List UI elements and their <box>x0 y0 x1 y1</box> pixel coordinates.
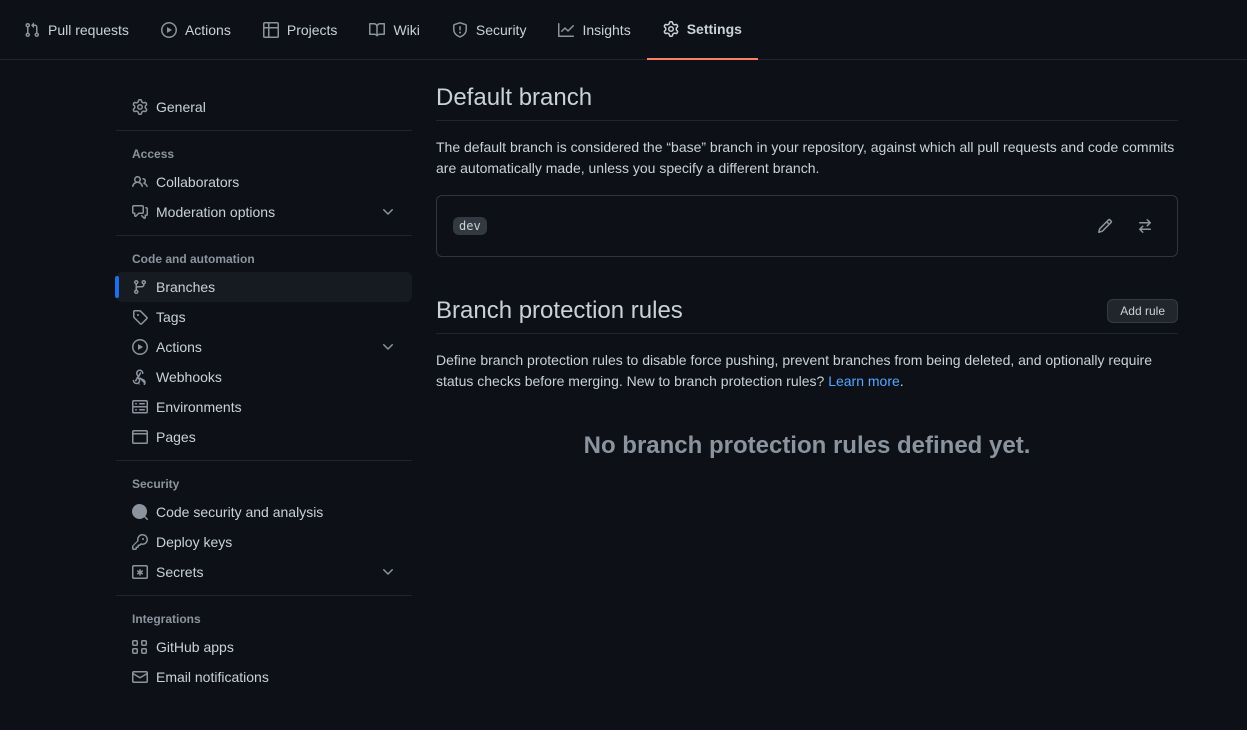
settings-sidebar: General Access Collaborators Moderation … <box>116 84 412 700</box>
default-branch-name: dev <box>453 217 487 235</box>
sidebar-item-label: Environments <box>156 399 242 415</box>
sidebar-item-label: Collaborators <box>156 174 239 190</box>
empty-state-heading: No branch protection rules defined yet. <box>436 432 1178 460</box>
pencil-icon <box>1097 218 1113 234</box>
sidebar-item-secrets[interactable]: Secrets <box>116 557 412 587</box>
sidebar-group-code: Code and automation <box>116 244 412 272</box>
sidebar-group-integrations: Integrations <box>116 604 412 632</box>
browser-icon <box>132 429 148 445</box>
nav-projects-label: Projects <box>287 22 338 38</box>
graph-icon <box>558 22 574 38</box>
protection-desc-suffix: . <box>900 373 904 389</box>
apps-icon <box>132 639 148 655</box>
sidebar-item-label: Webhooks <box>156 369 222 385</box>
mail-icon <box>132 669 148 685</box>
sidebar-item-environments[interactable]: Environments <box>116 392 412 422</box>
sidebar-group-access: Access <box>116 139 412 167</box>
nav-pull-requests-label: Pull requests <box>48 22 129 38</box>
git-branch-icon <box>132 279 148 295</box>
sidebar-item-label: Deploy keys <box>156 534 232 550</box>
default-branch-description: The default branch is considered the “ba… <box>436 137 1178 179</box>
key-asterisk-icon <box>132 564 148 580</box>
sidebar-group-security: Security <box>116 469 412 497</box>
branch-protection-title: Branch protection rules <box>436 297 683 325</box>
nav-insights-label: Insights <box>582 22 630 38</box>
sidebar-item-branches[interactable]: Branches <box>116 272 412 302</box>
nav-security[interactable]: Security <box>436 0 543 60</box>
sidebar-item-label: Moderation options <box>156 204 275 220</box>
default-branch-heading: Default branch <box>436 84 1178 121</box>
sidebar-item-code-security[interactable]: Code security and analysis <box>116 497 412 527</box>
nav-settings-label: Settings <box>687 21 742 37</box>
people-icon <box>132 174 148 190</box>
codescan-icon <box>132 504 148 520</box>
sidebar-item-tags[interactable]: Tags <box>116 302 412 332</box>
gear-icon <box>663 21 679 37</box>
sidebar-item-moderation[interactable]: Moderation options <box>116 197 412 227</box>
sidebar-item-label: General <box>156 99 206 115</box>
default-branch-title: Default branch <box>436 84 592 112</box>
chevron-down-icon <box>380 339 396 355</box>
sidebar-item-label: Secrets <box>156 564 203 580</box>
sidebar-item-deploy-keys[interactable]: Deploy keys <box>116 527 412 557</box>
sidebar-item-github-apps[interactable]: GitHub apps <box>116 632 412 662</box>
play-icon <box>161 22 177 38</box>
branch-protection-description: Define branch protection rules to disabl… <box>436 350 1178 392</box>
sidebar-item-collaborators[interactable]: Collaborators <box>116 167 412 197</box>
key-icon <box>132 534 148 550</box>
nav-wiki-label: Wiki <box>393 22 419 38</box>
chevron-down-icon <box>380 564 396 580</box>
sidebar-item-label: Tags <box>156 309 186 325</box>
sidebar-item-label: Code security and analysis <box>156 504 323 520</box>
sidebar-item-actions[interactable]: Actions <box>116 332 412 362</box>
book-icon <box>369 22 385 38</box>
nav-projects[interactable]: Projects <box>247 0 354 60</box>
nav-security-label: Security <box>476 22 527 38</box>
add-rule-button[interactable]: Add rule <box>1107 299 1178 323</box>
main-content: Default branch The default branch is con… <box>412 84 1202 700</box>
sidebar-item-label: Branches <box>156 279 215 295</box>
nav-settings[interactable]: Settings <box>647 0 758 60</box>
sidebar-item-label: GitHub apps <box>156 639 234 655</box>
nav-actions-label: Actions <box>185 22 231 38</box>
nav-insights[interactable]: Insights <box>542 0 646 60</box>
webhook-icon <box>132 369 148 385</box>
gear-icon <box>132 99 148 115</box>
sidebar-item-label: Pages <box>156 429 196 445</box>
table-icon <box>263 22 279 38</box>
branch-protection-heading: Branch protection rules Add rule <box>436 297 1178 334</box>
sidebar-item-pages[interactable]: Pages <box>116 422 412 452</box>
sidebar-item-label: Actions <box>156 339 202 355</box>
sidebar-item-email-notifications[interactable]: Email notifications <box>116 662 412 692</box>
learn-more-link[interactable]: Learn more <box>828 373 900 389</box>
server-icon <box>132 399 148 415</box>
sidebar-item-label: Email notifications <box>156 669 269 685</box>
switch-branch-button[interactable] <box>1129 212 1161 240</box>
default-branch-box: dev <box>436 195 1178 257</box>
protection-desc-text: Define branch protection rules to disabl… <box>436 352 1152 389</box>
nav-pull-requests[interactable]: Pull requests <box>8 0 145 60</box>
repo-nav: Pull requests Actions Projects Wiki Secu… <box>0 0 1247 60</box>
sidebar-item-webhooks[interactable]: Webhooks <box>116 362 412 392</box>
tag-icon <box>132 309 148 325</box>
comment-discussion-icon <box>132 204 148 220</box>
arrow-switch-icon <box>1137 218 1153 234</box>
rename-branch-button[interactable] <box>1089 212 1121 240</box>
nav-wiki[interactable]: Wiki <box>353 0 435 60</box>
shield-icon <box>452 22 468 38</box>
nav-actions[interactable]: Actions <box>145 0 247 60</box>
chevron-down-icon <box>380 204 396 220</box>
pull-request-icon <box>24 22 40 38</box>
play-icon <box>132 339 148 355</box>
sidebar-item-general[interactable]: General <box>116 92 412 122</box>
